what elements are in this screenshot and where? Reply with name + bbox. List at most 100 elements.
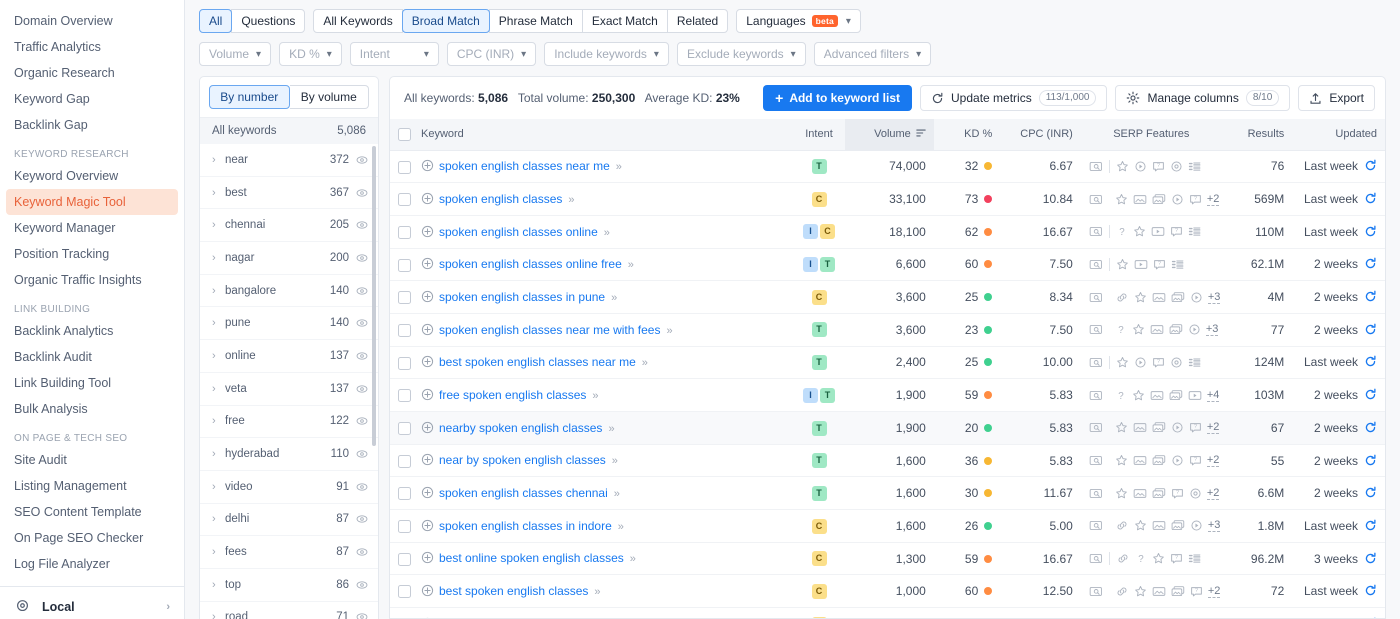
serp-star-icon[interactable]: [1115, 421, 1128, 434]
serp-question-box-icon[interactable]: ?: [1153, 258, 1166, 271]
exclude-keywords-filter[interactable]: Exclude keywords ▾: [676, 42, 806, 66]
serp-preview-icon[interactable]: [1089, 225, 1103, 238]
column-header-updated[interactable]: Updated: [1292, 119, 1385, 151]
intent-badge-c[interactable]: C: [811, 583, 827, 599]
column-header-results[interactable]: Results: [1221, 119, 1293, 151]
serp-question-box-icon[interactable]: ?: [1190, 585, 1203, 598]
serp-question-box-icon[interactable]: ?: [1189, 454, 1202, 467]
keyword-link[interactable]: spoken english classes online free: [439, 257, 622, 271]
column-header-cpc-inr[interactable]: CPC (INR): [1000, 119, 1081, 151]
serp-image-icon[interactable]: [1133, 193, 1147, 206]
keyword-group-row[interactable]: › hyderabad 110: [200, 438, 378, 471]
row-checkbox[interactable]: [398, 160, 411, 174]
keyword-group-row[interactable]: › near 372: [200, 144, 378, 177]
intent-badge-i[interactable]: I: [803, 387, 818, 403]
row-refresh-icon[interactable]: [1364, 584, 1377, 597]
row-refresh-icon[interactable]: [1364, 486, 1377, 499]
serp-image-icon[interactable]: [1150, 389, 1164, 402]
add-keyword-icon[interactable]: [421, 453, 434, 466]
keyword-group-row[interactable]: › delhi 87: [200, 504, 378, 537]
keyword-group-list[interactable]: › near 372 › best 367 › chennai 205 › nagar 200 › ban…: [200, 144, 378, 619]
keyword-expand-icon[interactable]: »: [628, 259, 634, 271]
serp-question-box-icon[interactable]: ?: [1170, 552, 1183, 565]
group-list-scrollbar[interactable]: [372, 146, 376, 446]
eye-icon[interactable]: [356, 383, 369, 395]
serp-images-icon[interactable]: [1169, 323, 1183, 336]
keyword-group-row[interactable]: › chennai 205: [200, 209, 378, 243]
keyword-group-row[interactable]: › bangalore 140: [200, 275, 378, 308]
keyword-link[interactable]: near by spoken english classes: [439, 453, 606, 467]
serp-question-icon[interactable]: ?: [1115, 389, 1127, 402]
serp-image-icon[interactable]: [1152, 291, 1166, 304]
serp-video-box-icon[interactable]: [1134, 258, 1148, 271]
add-keyword-icon[interactable]: [421, 290, 434, 303]
keyword-link[interactable]: spoken english classes: [439, 192, 562, 206]
keyword-expand-icon[interactable]: »: [642, 357, 648, 369]
serp-star-icon[interactable]: [1115, 193, 1128, 206]
serp-preview-icon[interactable]: [1089, 323, 1103, 336]
include-keywords-filter[interactable]: Include keywords ▾: [544, 42, 669, 66]
keyword-expand-icon[interactable]: »: [630, 553, 636, 565]
serp-images-icon[interactable]: [1152, 487, 1166, 500]
serp-link-icon[interactable]: [1115, 291, 1129, 304]
row-refresh-icon[interactable]: [1364, 323, 1377, 336]
match-tab-broad-match[interactable]: Broad Match: [401, 9, 490, 33]
filter-tab-questions[interactable]: Questions: [231, 9, 306, 33]
keyword-expand-icon[interactable]: »: [666, 325, 672, 337]
group-sort-by-number[interactable]: By number: [209, 85, 290, 109]
table-row[interactable]: best spoken english classes near me » T 2,4…: [390, 346, 1385, 380]
serp-preview-icon[interactable]: [1089, 552, 1103, 565]
keyword-expand-icon[interactable]: »: [604, 227, 610, 239]
serp-link-icon[interactable]: [1115, 585, 1129, 598]
row-checkbox[interactable]: [398, 225, 411, 239]
row-refresh-icon[interactable]: [1364, 355, 1377, 368]
serp-preview-icon[interactable]: [1089, 160, 1103, 173]
column-header-intent[interactable]: Intent: [792, 119, 846, 151]
select-all-checkbox[interactable]: [398, 127, 411, 141]
intent-badge-c[interactable]: C: [811, 191, 827, 207]
keyword-expand-icon[interactable]: »: [612, 455, 618, 467]
row-checkbox[interactable]: [398, 454, 411, 468]
serp-images-icon[interactable]: [1152, 421, 1166, 434]
sidebar-item-listing-management[interactable]: Listing Management: [0, 473, 184, 499]
match-tab-all-keywords[interactable]: All Keywords: [313, 9, 403, 33]
serp-image-icon[interactable]: [1150, 323, 1164, 336]
serp-star-icon[interactable]: [1134, 519, 1147, 532]
serp-pin-icon[interactable]: [1189, 487, 1202, 500]
add-keyword-icon[interactable]: [421, 519, 434, 532]
export-button[interactable]: Export: [1298, 85, 1375, 111]
keyword-group-row[interactable]: › video 91: [200, 471, 378, 504]
serp-image-icon[interactable]: [1152, 585, 1166, 598]
questions-segmented-control[interactable]: All Questions: [199, 9, 306, 33]
sidebar-item-backlink-gap[interactable]: Backlink Gap: [0, 112, 184, 138]
match-type-segmented-control[interactable]: All Keywords Broad Match Phrase Match Exact…: [313, 9, 729, 33]
sidebar-item-site-audit[interactable]: Site Audit: [0, 447, 184, 473]
column-header-volume[interactable]: Volume: [845, 119, 934, 151]
serp-preview-icon[interactable]: [1089, 421, 1103, 434]
table-row[interactable]: spoken english classes online free» I T 6,6…: [390, 248, 1385, 282]
intent-badge-t[interactable]: T: [820, 257, 835, 273]
keyword-link[interactable]: best online spoken english classes: [439, 551, 624, 565]
table-row[interactable]: spoken english classes in indore » C 1,600 2…: [390, 509, 1385, 543]
languages-dropdown[interactable]: Languages beta ▾: [736, 9, 861, 33]
eye-icon[interactable]: [356, 579, 369, 591]
keyword-group-row[interactable]: › road 71: [200, 602, 378, 619]
sidebar-item-seo-content-template[interactable]: SEO Content Template: [0, 499, 184, 525]
add-keyword-icon[interactable]: [421, 225, 434, 238]
row-refresh-icon[interactable]: [1364, 388, 1377, 401]
serp-more-link[interactable]: +2: [1206, 421, 1220, 435]
serp-circle-play-icon[interactable]: [1134, 356, 1147, 369]
keyword-link[interactable]: best spoken english classes near me: [439, 355, 636, 369]
serp-question-box-icon[interactable]: ?: [1171, 487, 1184, 500]
serp-star-icon[interactable]: [1132, 323, 1145, 336]
keyword-link[interactable]: nearby spoken english classes: [439, 421, 602, 435]
serp-image-icon[interactable]: [1133, 421, 1147, 434]
sidebar-item-domain-overview[interactable]: Domain Overview: [0, 8, 184, 34]
sidebar-item-organic-research[interactable]: Organic Research: [0, 60, 184, 86]
intent-badge-t[interactable]: T: [811, 420, 827, 436]
keyword-expand-icon[interactable]: »: [592, 390, 598, 402]
sidebar-item-traffic-analytics[interactable]: Traffic Analytics: [0, 34, 184, 60]
column-header-serp-features[interactable]: SERP Features: [1080, 119, 1222, 151]
eye-icon[interactable]: [356, 187, 369, 199]
keyword-expand-icon[interactable]: »: [611, 292, 617, 304]
